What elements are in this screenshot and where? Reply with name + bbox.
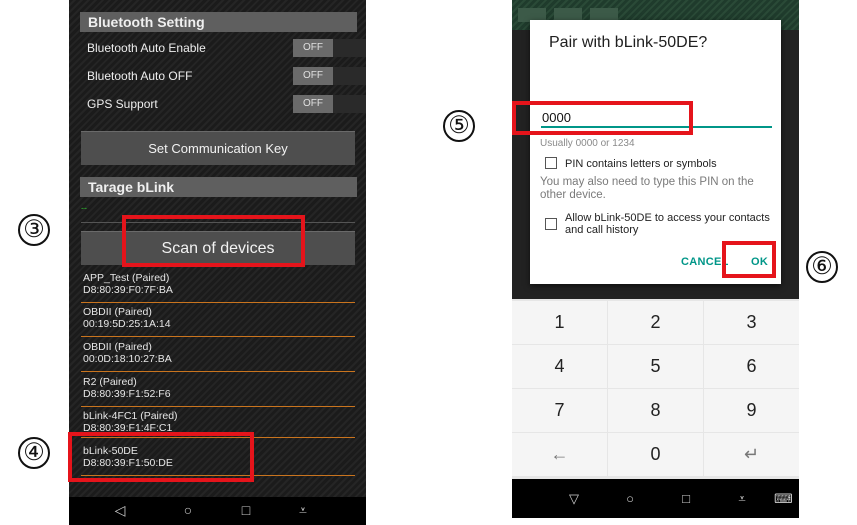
device-name: APP_Test (Paired) — [83, 272, 170, 284]
dialog-title: Pair with bLink-50DE? — [549, 34, 708, 51]
back-icon[interactable]: ◁ — [110, 502, 130, 519]
recents-icon[interactable]: □ — [236, 502, 256, 518]
setting-label: Bluetooth Auto Enable — [87, 41, 206, 55]
device-item[interactable]: OBDII (Paired) 00:0D:18:10:27:BA — [81, 339, 355, 372]
key-0[interactable]: 0 — [608, 433, 703, 476]
device-item[interactable]: R2 (Paired) D8:80:39:F1:52:F6 — [81, 374, 355, 407]
status-indicator: -- — [81, 203, 87, 213]
set-communication-key-button[interactable]: Set Communication Key — [81, 131, 355, 165]
recents-icon[interactable]: □ — [677, 491, 695, 506]
info-text: You may also need to type this PIN on th… — [540, 176, 754, 201]
device-mac: D8:80:39:F1:52:F6 — [83, 388, 171, 400]
key-8[interactable]: 8 — [608, 389, 703, 432]
gps-support-toggle[interactable]: OFF — [293, 95, 366, 113]
device-mac: D8:80:39:F0:7F:BA — [83, 284, 173, 296]
letters-symbols-checkbox[interactable] — [545, 157, 557, 169]
step-5-marker: ⑤ — [443, 110, 475, 142]
backspace-key[interactable]: ← — [512, 433, 607, 476]
back-icon[interactable]: ▽ — [565, 491, 583, 507]
bluetooth-auto-off-toggle[interactable]: OFF — [293, 67, 366, 85]
highlight-ok-button — [722, 241, 776, 278]
key-9[interactable]: 9 — [704, 389, 799, 432]
setting-bluetooth-auto-enable: Bluetooth Auto Enable OFF — [87, 38, 366, 58]
navigation-bar: ▽ ○ □ ⩡ ⌨ — [512, 479, 799, 518]
bluetooth-section-header: Bluetooth Setting — [80, 12, 357, 32]
step-3-marker: ③ — [18, 214, 50, 246]
device-item[interactable]: OBDII (Paired) 00:19:5D:25:1A:14 — [81, 304, 355, 337]
contacts-access-checkbox[interactable] — [545, 218, 557, 230]
key-4[interactable]: 4 — [512, 345, 607, 388]
numeric-keypad: 1 2 3 4 5 6 7 8 9 ← 0 ↵ — [512, 299, 799, 479]
toggle-state: OFF — [293, 39, 333, 57]
key-2[interactable]: 2 — [608, 301, 703, 344]
device-item[interactable]: APP_Test (Paired) D8:80:39:F0:7F:BA — [81, 270, 355, 303]
device-name: OBDII (Paired) — [83, 341, 152, 353]
toggle-state: OFF — [293, 95, 333, 113]
setting-label: GPS Support — [87, 97, 158, 111]
hide-keyboard-icon[interactable]: ⩡ — [733, 491, 751, 507]
highlight-device-blink-50de — [68, 432, 254, 482]
setting-bluetooth-auto-off: Bluetooth Auto OFF OFF — [87, 66, 366, 86]
home-icon[interactable]: ○ — [621, 491, 639, 506]
setting-gps-support: GPS Support OFF — [87, 94, 366, 114]
key-7[interactable]: 7 — [512, 389, 607, 432]
key-5[interactable]: 5 — [608, 345, 703, 388]
enter-key[interactable]: ↵ — [704, 433, 799, 476]
device-mac: 00:19:5D:25:1A:14 — [83, 318, 171, 330]
highlight-scan-button — [122, 215, 305, 267]
device-name: OBDII (Paired) — [83, 306, 152, 318]
key-6[interactable]: 6 — [704, 345, 799, 388]
device-name: R2 (Paired) — [83, 376, 137, 388]
device-mac: 00:0D:18:10:27:BA — [83, 353, 172, 365]
checkbox-label: Allow bLink-50DE to access your contacts… — [565, 212, 770, 236]
device-name: bLink-4FC1 (Paired) — [83, 410, 178, 422]
highlight-pin-input — [512, 101, 693, 135]
pin-hint: Usually 0000 or 1234 — [540, 138, 635, 149]
step-4-marker: ④ — [18, 437, 50, 469]
key-1[interactable]: 1 — [512, 301, 607, 344]
toggle-state: OFF — [293, 67, 333, 85]
tarage-section-header: Tarage bLink — [80, 177, 357, 197]
bluetooth-auto-enable-toggle[interactable]: OFF — [293, 39, 366, 57]
key-3[interactable]: 3 — [704, 301, 799, 344]
navigation-bar: ◁ ○ □ ⩡ — [69, 497, 366, 525]
checkbox-label: PIN contains letters or symbols — [565, 158, 717, 170]
keyboard-icon[interactable]: ⌨ — [774, 491, 793, 507]
setting-label: Bluetooth Auto OFF — [87, 69, 193, 83]
home-icon[interactable]: ○ — [178, 502, 198, 518]
menu-icon[interactable]: ⩡ — [293, 502, 313, 519]
contacts-access-option[interactable]: Allow bLink-50DE to access your contacts… — [545, 212, 775, 238]
step-6-marker: ⑥ — [806, 251, 838, 283]
